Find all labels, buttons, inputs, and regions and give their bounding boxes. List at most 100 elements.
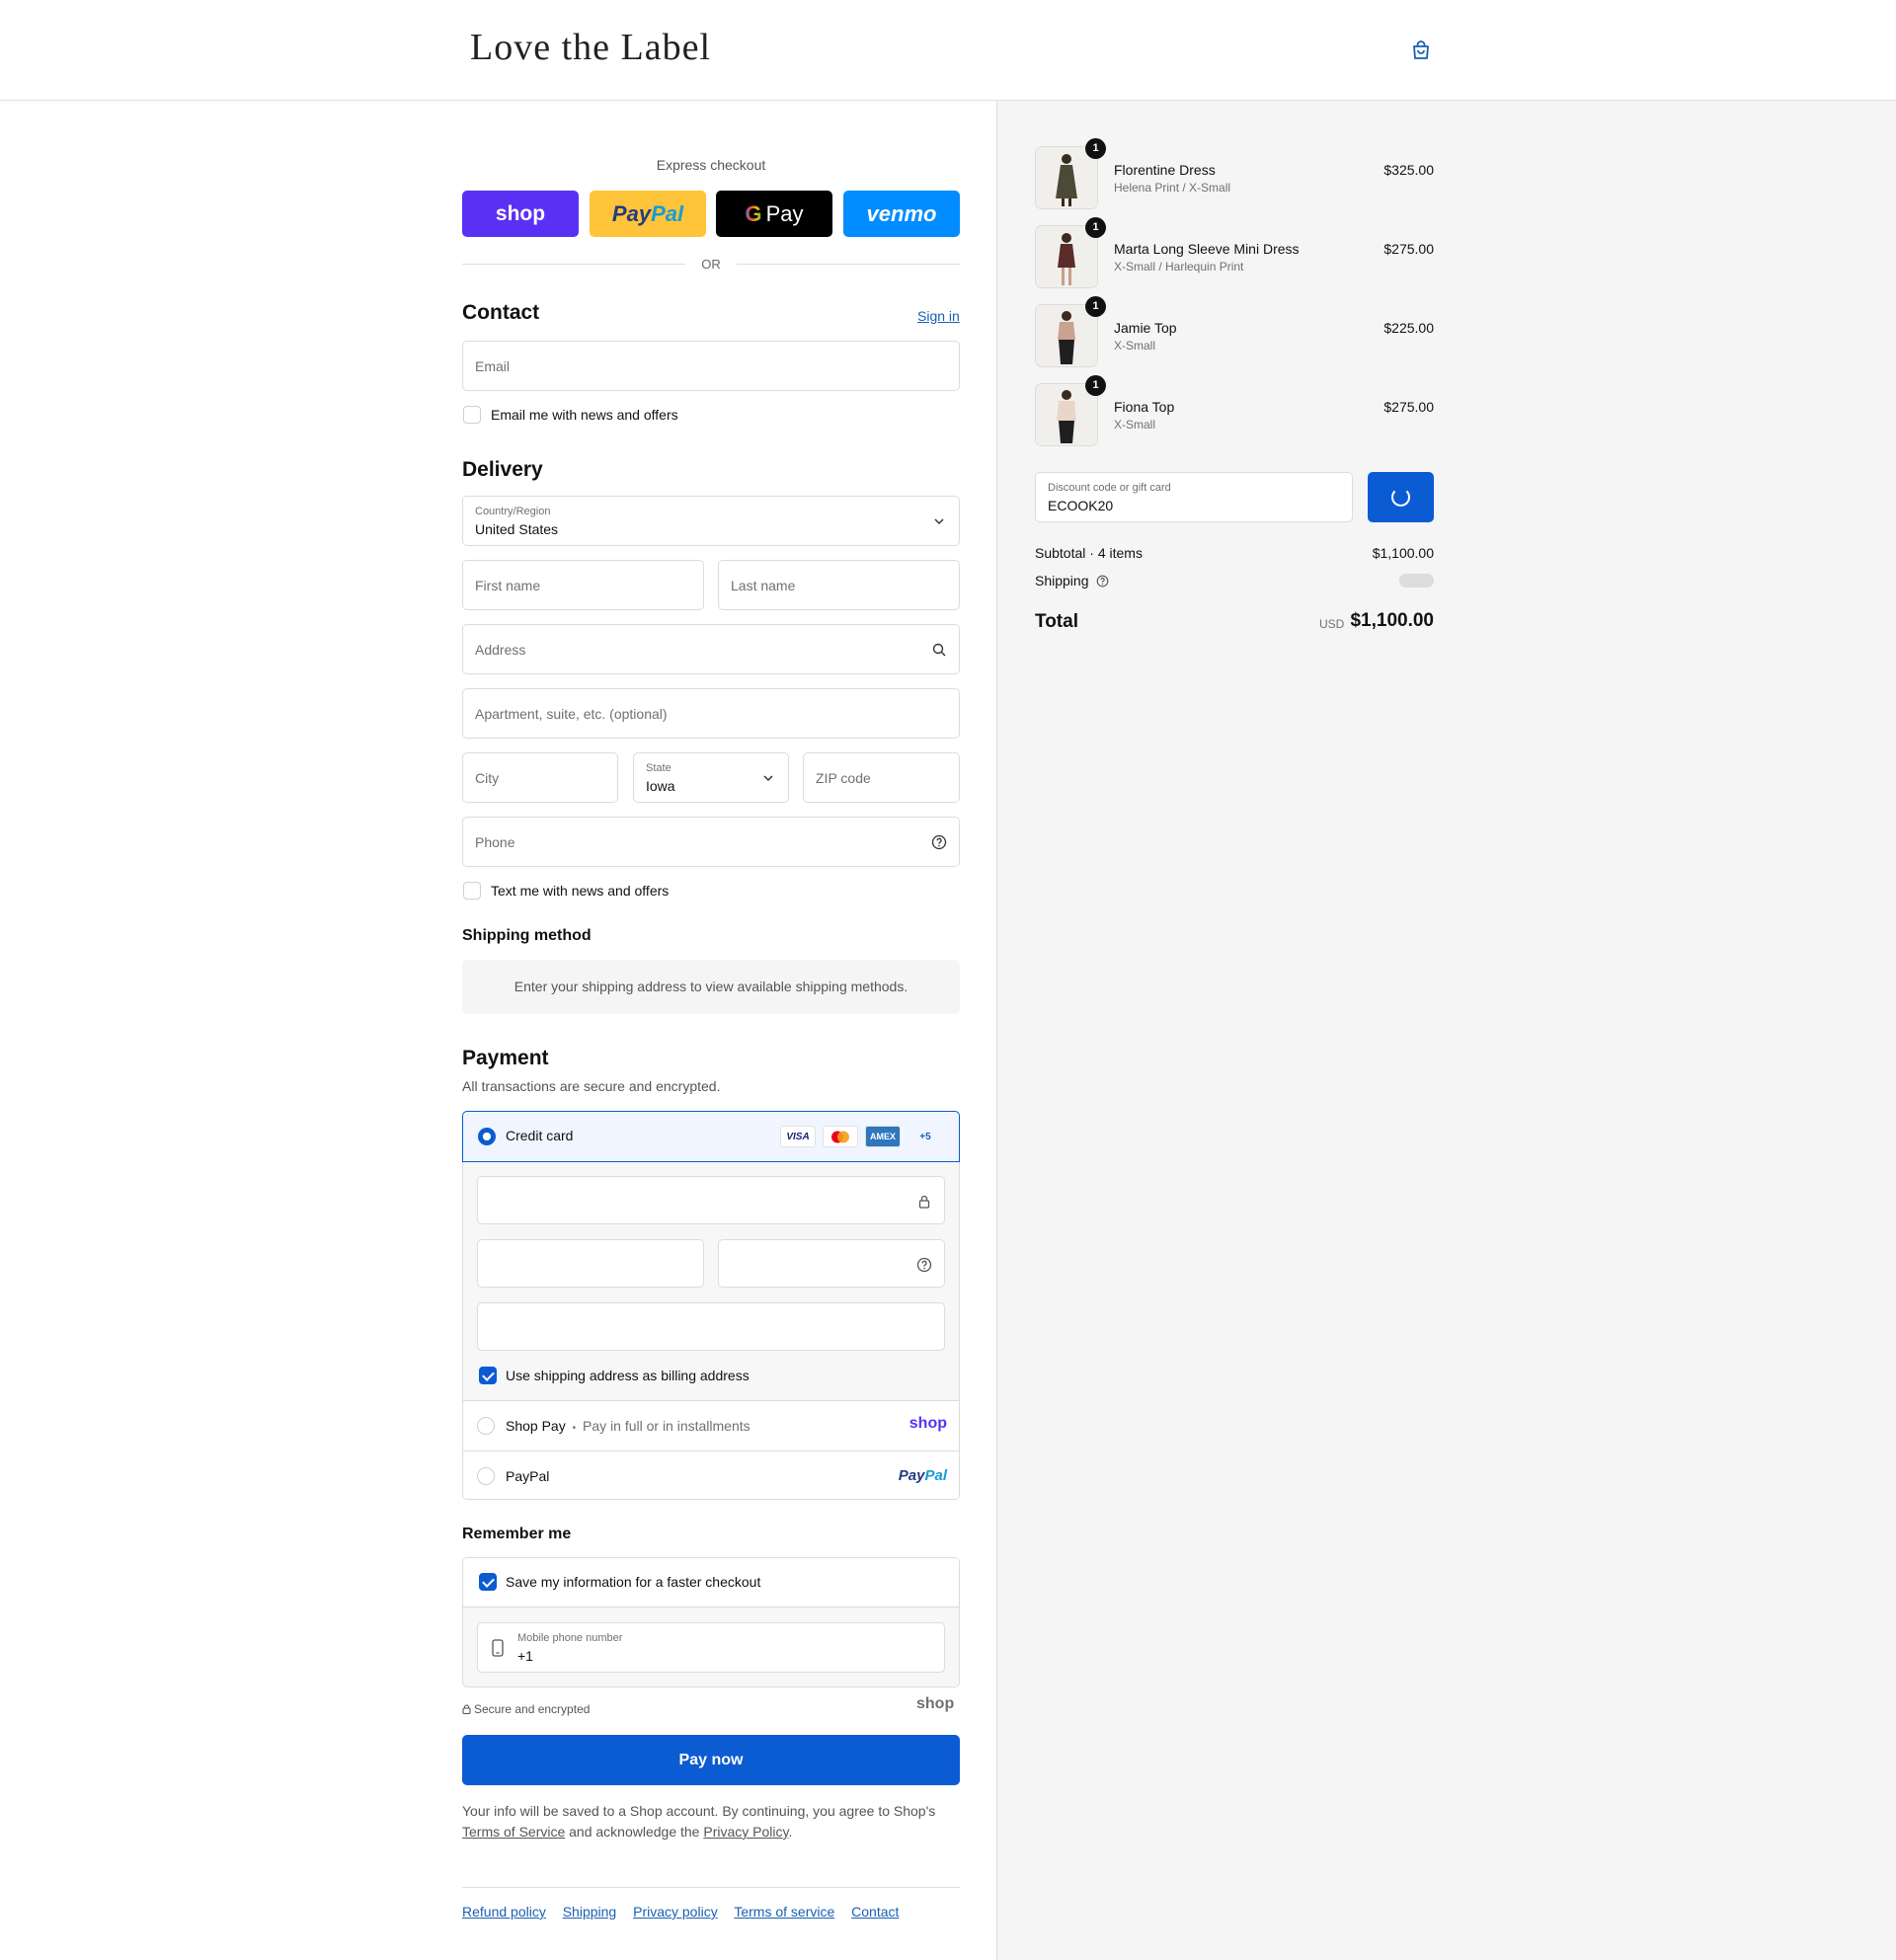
- footer-links: Refund policy Shipping Privacy policy Te…: [462, 1904, 911, 1920]
- shipping-method-placeholder: Enter your shipping address to view avai…: [462, 960, 960, 1014]
- sms-opt-in-label: Text me with news and offers: [491, 883, 670, 899]
- card-security-code-field[interactable]: [718, 1239, 945, 1288]
- remember-me-title: Remember me: [462, 1526, 572, 1542]
- item-name: Marta Long Sleeve Mini Dress: [1114, 241, 1300, 257]
- terms-of-service-link[interactable]: Terms of service: [734, 1904, 834, 1920]
- shop-terms-link[interactable]: Terms of Service: [462, 1824, 565, 1840]
- payment-subtitle: All transactions are secure and encrypte…: [462, 1078, 721, 1094]
- billing-same-label: Use shipping address as billing address: [506, 1368, 750, 1383]
- google-g-icon: G: [745, 200, 762, 226]
- email-newsletter-label: Email me with news and offers: [491, 407, 678, 423]
- google-pay-express-button[interactable]: G Pay: [716, 191, 832, 237]
- paypal-express-button[interactable]: Pay Pal: [590, 191, 706, 237]
- apply-discount-button[interactable]: [1368, 472, 1434, 522]
- paypal-label: PayPal: [506, 1468, 550, 1484]
- secure-encrypted-note: Secure and encrypted: [474, 1702, 591, 1716]
- express-checkout-title: Express checkout: [656, 157, 766, 173]
- phone-field[interactable]: Phone: [462, 817, 960, 867]
- search-icon: [932, 643, 946, 657]
- credit-card-label: Credit card: [506, 1128, 574, 1143]
- save-info-checkbox[interactable]: [479, 1573, 497, 1591]
- state-select[interactable]: State Iowa: [633, 752, 789, 803]
- lock-icon: [462, 1704, 471, 1715]
- help-circle-icon[interactable]: [931, 834, 947, 850]
- email-newsletter-checkbox[interactable]: [463, 406, 481, 424]
- paypal-option[interactable]: PayPal PayPal: [463, 1451, 959, 1499]
- last-name-field[interactable]: Last name: [718, 560, 960, 610]
- paypal-radio[interactable]: [477, 1467, 495, 1485]
- contact-title: Contact: [462, 301, 540, 324]
- shop-privacy-link[interactable]: Privacy Policy: [703, 1824, 788, 1840]
- zip-code-field[interactable]: ZIP code: [803, 752, 960, 803]
- total-currency: USD: [1319, 617, 1345, 631]
- item-price: $225.00: [1383, 320, 1434, 336]
- shipping-loading-placeholder: [1399, 574, 1434, 588]
- help-circle-icon[interactable]: [1096, 575, 1109, 588]
- save-info-label: Save my information for a faster checkou…: [506, 1574, 761, 1590]
- more-cards-badge: +5: [919, 1131, 931, 1142]
- item-variant: X-Small: [1114, 418, 1156, 431]
- credit-card-radio[interactable]: [478, 1128, 496, 1145]
- shop-pay-logo: shop: [908, 1415, 947, 1432]
- order-summary-panel: [996, 101, 1896, 1960]
- shop-pay-option[interactable]: Shop Pay • Pay in full or in installment…: [463, 1401, 959, 1450]
- country-select[interactable]: Country/Region United States: [462, 496, 960, 546]
- contact-link[interactable]: Contact: [851, 1904, 899, 1920]
- pay-now-button[interactable]: Pay now: [462, 1735, 960, 1785]
- mastercard-icon: [823, 1126, 858, 1147]
- card-number-field[interactable]: [477, 1176, 945, 1224]
- delivery-title: Delivery: [462, 458, 543, 481]
- lock-icon: [918, 1195, 930, 1209]
- shipping-policy-link[interactable]: Shipping: [563, 1904, 617, 1920]
- privacy-policy-link[interactable]: Privacy policy: [633, 1904, 718, 1920]
- item-variant: X-Small: [1114, 339, 1156, 353]
- loading-spinner-icon: [1391, 488, 1410, 507]
- item-price: $275.00: [1383, 241, 1434, 257]
- cart-item: 1 Florentine Dress Helena Print / X-Smal…: [1035, 138, 1434, 209]
- shipping-label: Shipping: [1035, 573, 1089, 588]
- mobile-phone-field[interactable]: Mobile phone number +1: [477, 1622, 945, 1673]
- divider: [462, 264, 685, 265]
- first-name-field[interactable]: First name: [462, 560, 704, 610]
- legal-notice: Your info will be saved to a Shop accoun…: [462, 1803, 936, 1840]
- refund-policy-link[interactable]: Refund policy: [462, 1904, 546, 1920]
- item-variant: X-Small / Harlequin Print: [1114, 260, 1244, 274]
- name-on-card-field[interactable]: [477, 1302, 945, 1351]
- credit-card-option[interactable]: Credit card VISA AMEX +5: [462, 1111, 960, 1162]
- address-field[interactable]: Address: [462, 624, 960, 674]
- help-circle-icon[interactable]: [916, 1257, 932, 1273]
- total-label: Total: [1035, 611, 1078, 632]
- discount-code-field[interactable]: Discount code or gift card ECOOK20: [1035, 472, 1353, 522]
- item-price: $275.00: [1383, 399, 1434, 415]
- shop-pay-express-button[interactable]: shop: [462, 191, 579, 237]
- subtotal-value: $1,100.00: [1372, 545, 1434, 561]
- shop-logo: shop: [916, 1695, 955, 1712]
- or-divider-text: OR: [701, 257, 721, 272]
- cart-item: 1 Marta Long Sleeve Mini Dress X-Small /…: [1035, 217, 1434, 288]
- chevron-down-icon: [763, 775, 773, 782]
- cart-item: 1 Fiona Top X-Small $275.00: [1035, 375, 1434, 446]
- shipping-method-title: Shipping method: [462, 927, 592, 944]
- payment-methods: Use shipping address as billing address …: [462, 1111, 960, 1500]
- sms-opt-in-checkbox[interactable]: [463, 882, 481, 900]
- email-field[interactable]: Email: [462, 341, 960, 391]
- chevron-down-icon: [934, 518, 944, 525]
- venmo-express-button[interactable]: venmo: [843, 191, 960, 237]
- amex-icon: AMEX: [865, 1126, 901, 1147]
- shopping-bag-icon[interactable]: [1410, 39, 1432, 61]
- cart-item: 1 Jamie Top X-Small $225.00: [1035, 296, 1434, 367]
- brand-logo[interactable]: Love the Label: [470, 26, 711, 69]
- item-name: Florentine Dress: [1114, 162, 1216, 178]
- shop-pay-label: Shop Pay: [506, 1418, 566, 1434]
- item-variant: Helena Print / X-Small: [1114, 181, 1231, 195]
- remember-me-box: Save my information for a faster checkou…: [462, 1557, 960, 1687]
- shop-pay-radio[interactable]: [477, 1417, 495, 1435]
- city-field[interactable]: City: [462, 752, 618, 803]
- quantity-badge: 1: [1085, 375, 1106, 396]
- visa-icon: VISA: [780, 1126, 816, 1147]
- subtotal-label: Subtotal · 4 items: [1035, 545, 1143, 561]
- apartment-field[interactable]: Apartment, suite, etc. (optional): [462, 688, 960, 739]
- billing-same-checkbox[interactable]: [479, 1367, 497, 1384]
- card-expiry-field[interactable]: [477, 1239, 704, 1288]
- sign-in-link[interactable]: Sign in: [917, 308, 960, 324]
